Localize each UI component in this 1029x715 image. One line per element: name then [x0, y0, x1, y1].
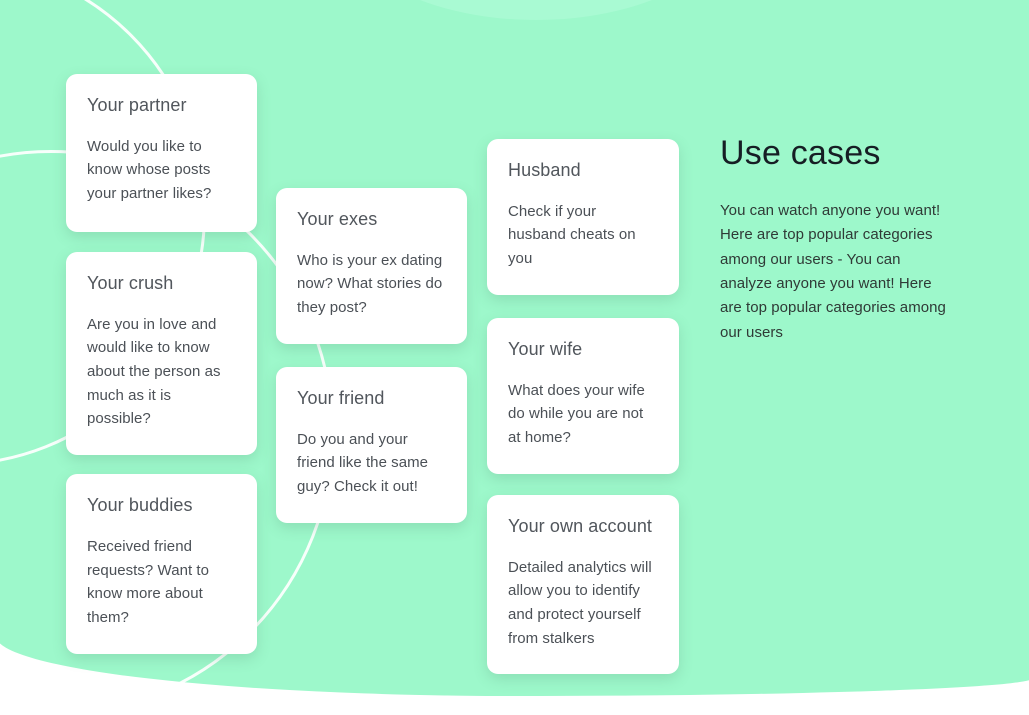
- use-case-column-3: Husband Check if your husband cheats on …: [487, 139, 679, 675]
- card-title: Your partner: [87, 95, 187, 115]
- card-title: Your crush: [87, 272, 174, 293]
- use-case-card-your-wife[interactable]: Your wife What does your wife do while y…: [487, 317, 679, 474]
- use-case-card-your-partner[interactable]: Your partner Would you like to know whos…: [66, 74, 257, 232]
- card-description: Detailed analytics will allow you to ide…: [508, 558, 652, 647]
- top-glow-decoration: [326, 0, 746, 20]
- card-description: Are you in love and would like to know a…: [87, 315, 221, 428]
- card-description: Received friend requests? Want to know m…: [87, 537, 210, 626]
- card-description: Do you and your friend like the same guy…: [297, 430, 429, 496]
- card-title: Your friend: [297, 387, 385, 408]
- use-case-card-your-exes[interactable]: Your exes Who is your ex dating now? Wha…: [276, 188, 467, 344]
- card-description: Would you like to know whose posts your …: [87, 137, 212, 203]
- use-cases-section: Your partner Would you like to know whos…: [0, 0, 1029, 715]
- card-description: What does your wife do while you are not…: [508, 381, 645, 447]
- use-case-card-your-friend[interactable]: Your friend Do you and your friend like …: [276, 366, 467, 523]
- card-description: Check if your husband cheats on you: [508, 202, 636, 268]
- use-cases-description: You can watch anyone you want! Here are …: [720, 202, 946, 341]
- use-case-card-your-crush[interactable]: Your crush Are you in love and would lik…: [66, 251, 257, 456]
- use-case-card-your-own-account[interactable]: Your own account Detailed analytics will…: [487, 494, 679, 675]
- use-case-column-1: Your partner Would you like to know whos…: [66, 74, 257, 654]
- card-title: Your own account: [508, 515, 653, 536]
- card-description: Who is your ex dating now? What stories …: [297, 251, 443, 317]
- card-title: Your buddies: [87, 495, 193, 516]
- card-title: Your wife: [508, 338, 583, 359]
- card-title: Husband: [508, 160, 581, 180]
- use-case-column-2: Your exes Who is your ex dating now? Wha…: [276, 188, 467, 523]
- use-cases-text-block: Use cases You can watch anyone you want!…: [720, 134, 952, 345]
- use-case-card-your-buddies[interactable]: Your buddies Received friend requests? W…: [66, 474, 257, 654]
- use-case-card-husband[interactable]: Husband Check if your husband cheats on …: [487, 139, 679, 295]
- page-title: Use cases: [720, 134, 881, 172]
- card-title: Your exes: [297, 209, 378, 229]
